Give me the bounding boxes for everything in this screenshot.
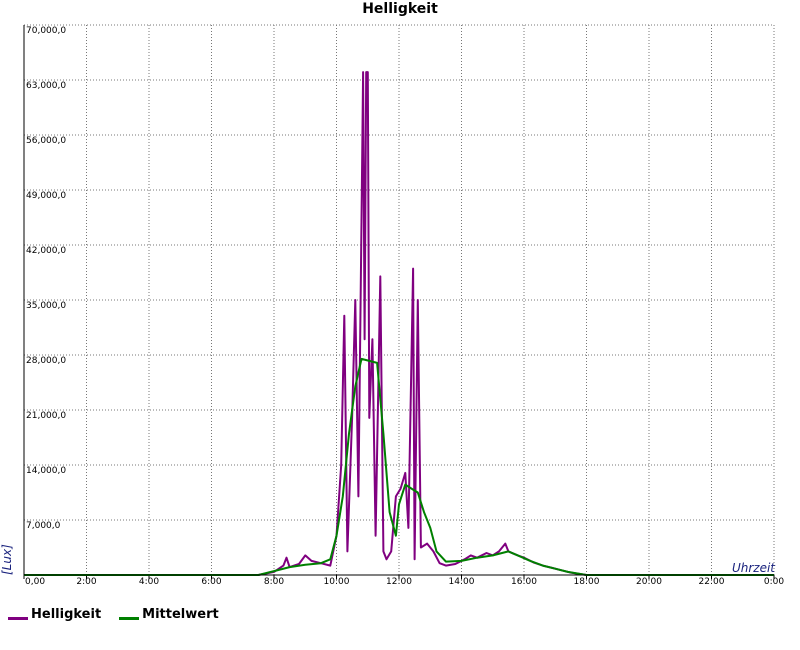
chart-title: Helligkeit	[362, 1, 438, 17]
y-tick-label: 28,000,0	[26, 356, 66, 366]
x-tick-label: 22:00	[699, 577, 725, 587]
y-tick-label: 21,000,0	[26, 411, 66, 421]
y-tick-label: 7,000,0	[26, 521, 61, 531]
x-tick-label: 0,00	[25, 577, 45, 587]
y-tick-label: 56,000,0	[26, 136, 66, 146]
x-tick-label: 4:00	[139, 577, 159, 587]
x-tick-label: 20:00	[636, 577, 662, 587]
y-tick-label: 14,000,0	[26, 466, 66, 476]
x-tick-label: 10:00	[324, 577, 350, 587]
legend-item-helligkeit: Helligkeit	[8, 607, 101, 622]
x-tick-label: 6:00	[201, 577, 221, 587]
y-axis-ticks: 7,000,0 14,000,0 21,000,0 28,000,0 35,000,0 4…	[26, 26, 66, 531]
x-tick-label: 14:00	[449, 577, 475, 587]
x-tick-label: 16:00	[511, 577, 537, 587]
x-tick-label: 8:00	[264, 577, 284, 587]
brightness-chart: Helligkeit 7,000,0 14,000,0 21,000,0 28,000…	[0, 1, 784, 587]
y-axis-label: [Lux]	[0, 544, 14, 575]
legend-label-mittelwert: Mittelwert	[142, 607, 219, 622]
y-tick-label: 35,000,0	[26, 301, 66, 311]
x-axis-ticks: 0,00 2:00 4:00 6:00 8:00 10:00 12:00 14:00 16:00…	[23, 575, 784, 587]
legend-item-mittelwert: Mittelwert	[119, 607, 219, 622]
legend-label-helligkeit: Helligkeit	[31, 607, 102, 622]
x-tick-label: 12:00	[386, 577, 412, 587]
y-tick-label: 49,000,0	[26, 191, 66, 201]
y-tick-label: 63,000,0	[26, 81, 66, 91]
x-tick-label: 0:00	[764, 577, 784, 587]
y-tick-label: 42,000,0	[26, 246, 66, 256]
x-axis-label: Uhrzeit	[732, 561, 776, 575]
x-tick-label: 18:00	[574, 577, 600, 587]
x-tick-label: 2:00	[76, 577, 96, 587]
legend-swatch-mittelwert	[119, 617, 140, 620]
legend-swatch-helligkeit	[8, 617, 28, 620]
legend: Helligkeit Mittelwert	[8, 607, 219, 622]
y-tick-label: 70,000,0	[26, 26, 66, 36]
